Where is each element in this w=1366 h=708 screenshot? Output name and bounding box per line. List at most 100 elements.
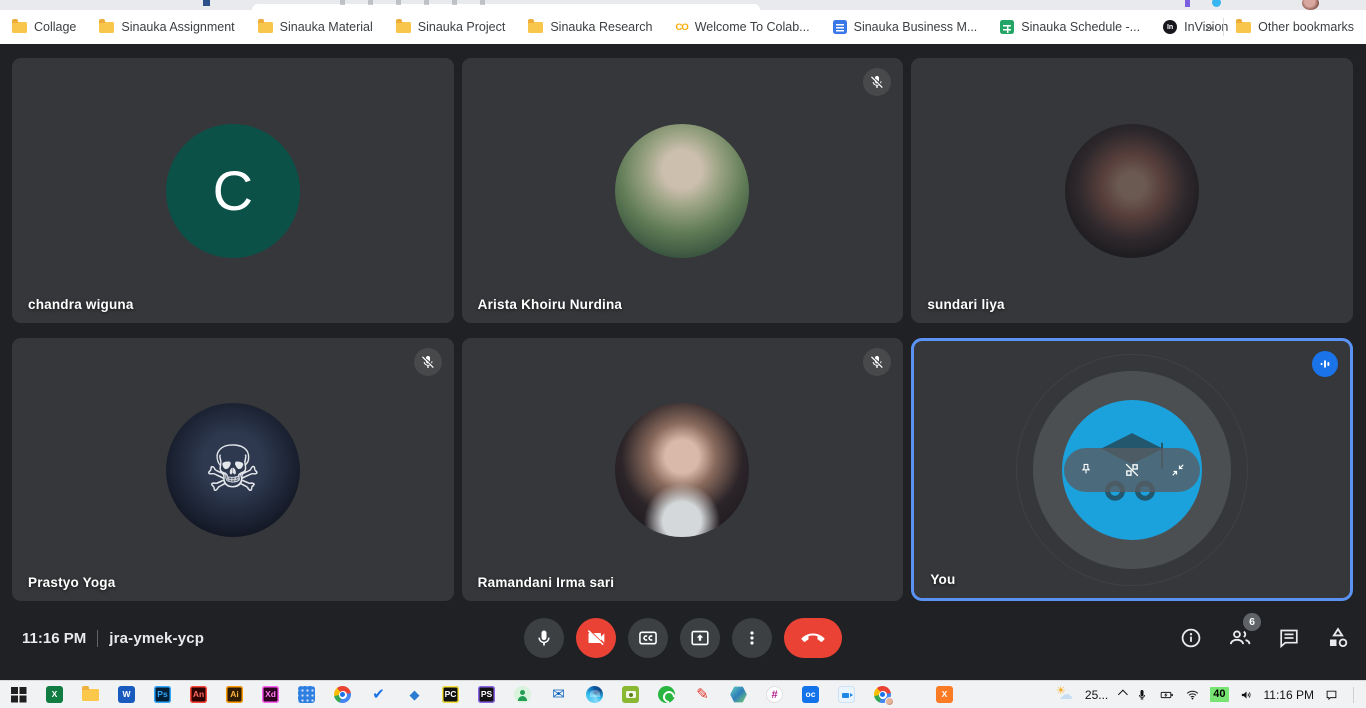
- chat-icon: [1277, 626, 1301, 650]
- show-desktop-button[interactable]: [1353, 687, 1358, 703]
- taskbar-whatsapp-icon[interactable]: [657, 685, 676, 704]
- docs-icon: [833, 20, 847, 34]
- taskbar-file-explorer-icon[interactable]: [81, 685, 100, 704]
- bookmark-sinauka-business-m[interactable]: Sinauka Business M...: [833, 20, 978, 34]
- participant-tile-arista[interactable]: Arista Khoiru Nurdina: [462, 58, 904, 323]
- battery-percent-badge[interactable]: 40: [1210, 687, 1228, 702]
- other-bookmarks-button[interactable]: Other bookmarks: [1236, 20, 1354, 34]
- bookmark-collage[interactable]: Collage: [12, 20, 76, 34]
- bookmark-sinauka-assignment[interactable]: Sinauka Assignment: [99, 20, 234, 34]
- bookmark-invision[interactable]: InInVision: [1163, 20, 1228, 34]
- participant-tile-chandra[interactable]: C chandra wiguna: [12, 58, 454, 323]
- bookmark-sinauka-research[interactable]: Sinauka Research: [528, 20, 652, 34]
- pin-icon: [1077, 461, 1095, 479]
- tray-microphone[interactable]: [1135, 688, 1149, 702]
- taskbar-video-cam-app-icon[interactable]: [837, 685, 856, 704]
- participant-tile-sundari[interactable]: sundari liya: [911, 58, 1353, 323]
- browser-chrome: Collage Sinauka Assignment Sinauka Materia…: [0, 0, 1366, 44]
- participant-tile-ramandani[interactable]: Ramandani Irma sari: [462, 338, 904, 601]
- taskbar-hexagon-app-icon[interactable]: [729, 685, 748, 704]
- speaker-icon: [1239, 688, 1254, 702]
- tray-wifi[interactable]: [1185, 688, 1200, 702]
- avatar-photo: [615, 124, 749, 258]
- meeting-details-button[interactable]: [1177, 625, 1204, 652]
- participant-name: Ramandani Irma sari: [478, 575, 615, 590]
- grid-off-button[interactable]: [1119, 457, 1145, 483]
- omnibox-icon-fragment: [424, 0, 429, 5]
- present-button[interactable]: [680, 618, 720, 658]
- taskbar-oc-app-icon[interactable]: oc: [801, 685, 820, 704]
- taskbar-android-emulator-icon[interactable]: [513, 685, 532, 704]
- activities-icon: [1325, 625, 1351, 651]
- other-bookmarks-label: Other bookmarks: [1258, 20, 1354, 34]
- taskbar-xampp-icon[interactable]: X: [935, 685, 954, 704]
- extension-icon-fragment[interactable]: [1185, 0, 1190, 7]
- weather-widget[interactable]: [1055, 687, 1075, 703]
- tray-battery[interactable]: [1159, 688, 1175, 702]
- folder-icon: [99, 22, 114, 33]
- temperature-label[interactable]: 25...: [1085, 688, 1108, 702]
- microphone-button[interactable]: [524, 618, 564, 658]
- taskbar-pycharm-icon[interactable]: PC: [441, 685, 460, 704]
- participant-tile-prastyo[interactable]: ☠ Prastyo Yoga: [12, 338, 454, 601]
- mic-off-badge: [863, 348, 891, 376]
- taskbar-clock[interactable]: 11:16 PM: [1264, 688, 1314, 702]
- camera-off-button[interactable]: [576, 618, 616, 658]
- taskbar-edge-icon[interactable]: [585, 685, 604, 704]
- extension-icon-fragment[interactable]: [1212, 0, 1221, 7]
- profile-badge: [885, 697, 894, 706]
- bookmark-label: Sinauka Schedule -...: [1021, 20, 1140, 34]
- mic-icon: [534, 628, 554, 648]
- participants-button[interactable]: 6: [1226, 625, 1253, 652]
- bookmarks-overflow-chevron[interactable]: »: [1205, 19, 1213, 36]
- bookmark-welcome-to-colab[interactable]: COWelcome To Colab...: [675, 20, 809, 34]
- captions-button[interactable]: [628, 618, 668, 658]
- taskbar-word-icon[interactable]: W: [117, 685, 136, 704]
- taskbar-slack-icon[interactable]: [765, 685, 784, 704]
- activities-button[interactable]: [1324, 625, 1351, 652]
- taskbar-phpstorm-icon[interactable]: PS: [477, 685, 496, 704]
- notification-icon: [1324, 688, 1339, 702]
- taskbar-draw-app-icon[interactable]: ✎: [693, 685, 712, 704]
- taskbar-mail-icon[interactable]: ✉: [549, 685, 568, 704]
- avatar-initial: C: [166, 124, 300, 258]
- taskbar-chrome-icon[interactable]: [333, 685, 352, 704]
- mic-off-icon: [869, 354, 885, 370]
- bookmark-sinauka-schedule[interactable]: Sinauka Schedule -...: [1000, 20, 1140, 34]
- taskbar-camera-app-icon[interactable]: [621, 685, 640, 704]
- pin-button[interactable]: [1073, 457, 1099, 483]
- tray-overflow-button[interactable]: [1118, 691, 1125, 698]
- mic-off-icon: [420, 354, 436, 370]
- chat-button[interactable]: [1275, 625, 1302, 652]
- folder-icon: [258, 22, 273, 33]
- taskbar-start-icon[interactable]: [9, 685, 28, 704]
- taskbar-illustrator-icon[interactable]: Ai: [225, 685, 244, 704]
- omnibox[interactable]: [252, 4, 760, 10]
- taskbar-photoshop-icon[interactable]: Ps: [153, 685, 172, 704]
- bookmark-label: Welcome To Colab...: [695, 20, 810, 34]
- taskbar-adobe-xd-icon[interactable]: Xd: [261, 685, 280, 704]
- bookmark-sinauka-project[interactable]: Sinauka Project: [396, 20, 506, 34]
- participant-name: You: [930, 572, 955, 587]
- more-options-button[interactable]: [732, 618, 772, 658]
- taskbar-excel-icon[interactable]: X: [45, 685, 64, 704]
- self-tile[interactable]: You: [911, 338, 1353, 601]
- side-panel-buttons: 6: [1177, 618, 1351, 658]
- system-tray: 25... 40 11:16 PM: [1055, 687, 1366, 703]
- call-end-icon: [801, 626, 825, 650]
- action-center-button[interactable]: [1324, 688, 1339, 702]
- omnibox-icon-fragment: [480, 0, 485, 5]
- taskbar-chrome-profile-icon[interactable]: [873, 685, 892, 704]
- leave-call-button[interactable]: [784, 618, 842, 658]
- more-vert-icon: [742, 628, 762, 648]
- taskbar-animate-icon[interactable]: An: [189, 685, 208, 704]
- browser-profile-avatar[interactable]: [1302, 0, 1319, 10]
- taskbar-vscode-icon[interactable]: ◆: [405, 685, 424, 704]
- minimize-button[interactable]: [1165, 457, 1191, 483]
- info-icon: [1179, 626, 1203, 650]
- meet-stage: C chandra wiguna Arista Khoiru Nurdina s…: [0, 44, 1366, 680]
- taskbar-calendar-grid-icon[interactable]: [297, 685, 316, 704]
- bookmark-sinauka-material[interactable]: Sinauka Material: [258, 20, 373, 34]
- tray-volume[interactable]: [1239, 688, 1254, 702]
- taskbar-todo-check-icon[interactable]: ✔: [369, 685, 388, 704]
